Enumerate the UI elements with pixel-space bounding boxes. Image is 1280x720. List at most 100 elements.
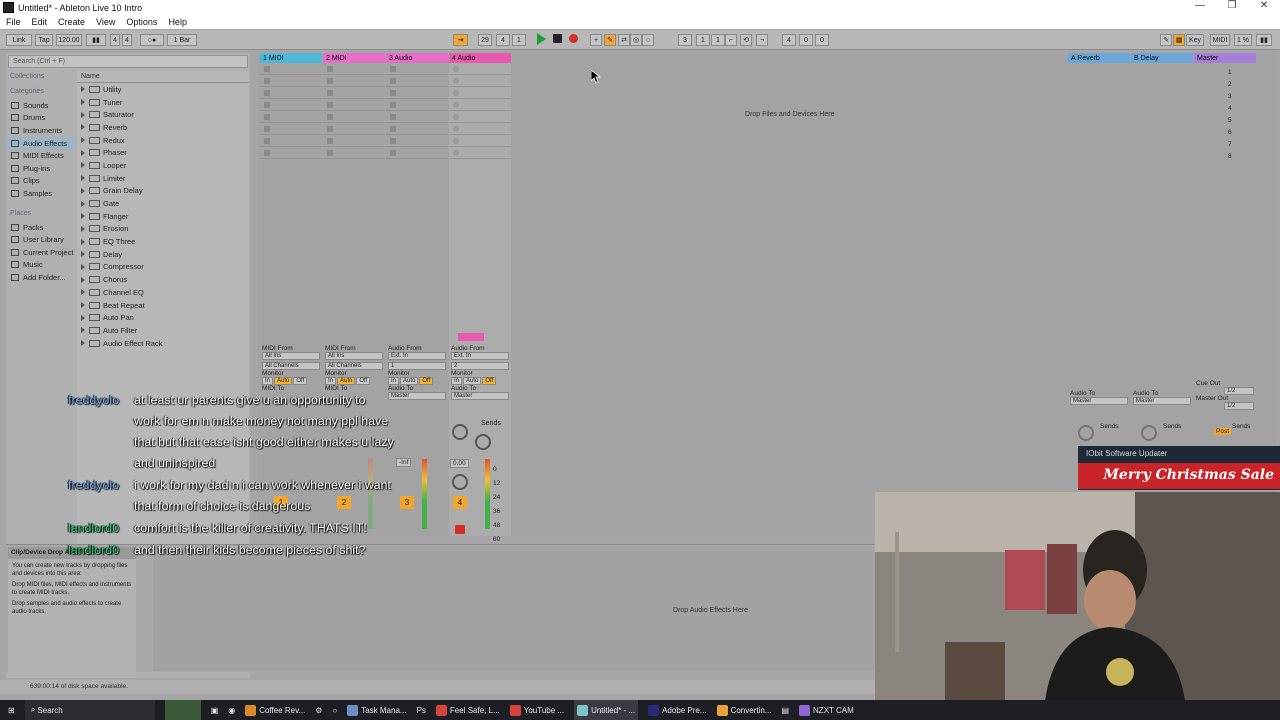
scene-launch[interactable]: 1 xyxy=(1228,67,1232,79)
clip-slot[interactable] xyxy=(323,123,385,135)
send-knob[interactable] xyxy=(1078,425,1094,441)
browser-item[interactable]: Redux xyxy=(77,134,249,147)
browser-item[interactable]: Limiter xyxy=(77,172,249,185)
photoshop-icon[interactable]: Ps xyxy=(417,706,426,715)
monitor-switch[interactable]: In Auto Off xyxy=(451,377,509,385)
loop-start-sixteenths[interactable]: 1 xyxy=(711,34,725,46)
input-channel-select[interactable]: 2 xyxy=(451,362,509,370)
taskbar-app-active[interactable]: Untitled* - ... xyxy=(574,700,639,720)
output-select[interactable]: Master xyxy=(1070,397,1128,405)
scene-launch[interactable]: 7 xyxy=(1228,139,1232,151)
clip-stop-armed[interactable] xyxy=(458,333,484,341)
category-clips[interactable]: Clips xyxy=(6,175,76,188)
nudge-buttons[interactable]: ▮▮ xyxy=(86,34,106,46)
browser-item[interactable]: Reverb xyxy=(77,121,249,134)
clip-slot[interactable] xyxy=(260,111,322,123)
clip-slot[interactable] xyxy=(260,87,322,99)
browser-item[interactable]: Beat Repeat xyxy=(77,299,249,312)
loop-length-sixteenths[interactable]: 0 xyxy=(815,34,829,46)
scene-launch[interactable]: 4 xyxy=(1228,103,1232,115)
category-samples[interactable]: Samples xyxy=(6,187,76,200)
master-out-select[interactable]: 1/2 xyxy=(1224,402,1254,410)
taskbar-search[interactable]: ⌕ Search xyxy=(24,700,155,720)
category-instruments[interactable]: Instruments xyxy=(6,124,76,137)
metronome-button[interactable]: ○● xyxy=(140,34,164,46)
clip-slot[interactable] xyxy=(260,75,322,87)
windows-start-icon[interactable]: ⊞ xyxy=(8,706,15,715)
punch-out-icon[interactable]: ¬ xyxy=(756,34,768,46)
loop-length-beats[interactable]: 0 xyxy=(799,34,813,46)
signature-denominator[interactable]: 4 xyxy=(122,34,132,46)
settings-icon[interactable]: ⚙ xyxy=(315,706,322,715)
taskbar-app[interactable]: NZXT CAM xyxy=(799,704,854,716)
browser-item[interactable]: Phaser xyxy=(77,146,249,159)
clip-slot[interactable] xyxy=(260,63,322,75)
clip-slot[interactable] xyxy=(386,123,448,135)
clip-slot[interactable] xyxy=(260,99,322,111)
browser-item[interactable]: Channel EQ xyxy=(77,286,249,299)
clip-slot[interactable] xyxy=(323,99,385,111)
input-type-select[interactable]: All Ins xyxy=(325,352,383,360)
chrome-icon[interactable]: ◉ xyxy=(228,706,235,715)
clip-slot[interactable] xyxy=(386,99,448,111)
key-map-button[interactable]: Key xyxy=(1186,34,1204,46)
clip-slot[interactable] xyxy=(260,135,322,147)
opera-icon[interactable]: ○ xyxy=(332,706,337,715)
arm-button[interactable] xyxy=(455,525,465,534)
track-header[interactable]: 4 Audio xyxy=(449,53,511,63)
track-header[interactable]: 2 MIDI xyxy=(323,53,385,63)
draw-mode-icon[interactable]: ✎ xyxy=(1160,34,1172,46)
browser-item[interactable]: Auto Pan xyxy=(77,311,249,324)
taskbar-app[interactable]: Coffee Rev... xyxy=(245,704,305,716)
clip-slot[interactable] xyxy=(323,75,385,87)
menu-create[interactable]: Create xyxy=(58,17,85,27)
input-type-select[interactable]: Ext. In xyxy=(451,352,509,360)
browser-item[interactable]: Looper xyxy=(77,159,249,172)
device-drop-area[interactable]: Drop Audio Effects Here xyxy=(153,547,874,671)
taskbar-app[interactable]: Task Mana... xyxy=(347,704,407,716)
follow-icon[interactable]: ⇥ xyxy=(453,34,468,46)
menu-options[interactable]: Options xyxy=(126,17,157,27)
clip-slot[interactable] xyxy=(260,123,322,135)
clip-slot[interactable] xyxy=(323,135,385,147)
track-activator[interactable]: 3 xyxy=(400,496,414,509)
output-select[interactable]: Master xyxy=(451,392,509,400)
clip-slot[interactable] xyxy=(386,147,448,159)
category-drums[interactable]: Drums xyxy=(6,112,76,125)
scene-launch[interactable]: 2 xyxy=(1228,79,1232,91)
clip-slot[interactable] xyxy=(449,75,511,87)
category-sounds[interactable]: Sounds xyxy=(6,99,76,112)
place-user-library[interactable]: User Library xyxy=(6,233,76,246)
taskbar-app[interactable]: YouTube ... xyxy=(509,704,564,716)
menu-help[interactable]: Help xyxy=(168,17,187,27)
taskbar-app[interactable]: Convertin... xyxy=(716,704,771,716)
input-channel-select[interactable]: All Channels xyxy=(262,362,320,370)
weather-widget[interactable] xyxy=(164,700,201,720)
clip-slot[interactable] xyxy=(386,135,448,147)
return-header[interactable]: A Reverb xyxy=(1068,53,1130,63)
input-type-select[interactable]: Ext. In xyxy=(388,352,446,360)
clip-slot[interactable] xyxy=(449,147,511,159)
pan-knob[interactable] xyxy=(452,474,468,490)
clip-slot[interactable] xyxy=(323,87,385,99)
monitor-switch[interactable]: In Auto Off xyxy=(388,377,446,385)
re-enable-automation-icon[interactable]: ⇄ xyxy=(618,34,630,46)
menu-file[interactable]: File xyxy=(6,17,21,27)
scene-launch[interactable]: 5 xyxy=(1228,115,1232,127)
loop-length-bars[interactable]: 4 xyxy=(782,34,796,46)
session-record-icon[interactable]: ○ xyxy=(642,34,654,46)
capture-icon[interactable]: ◎ xyxy=(630,34,642,46)
input-type-select[interactable]: All Ins xyxy=(262,352,320,360)
close-button[interactable]: ✕ xyxy=(1248,0,1280,11)
browser-item[interactable]: Erosion xyxy=(77,223,249,236)
name-column-header[interactable]: Name xyxy=(77,71,249,83)
clip-slot[interactable] xyxy=(386,87,448,99)
clip-slot[interactable] xyxy=(323,111,385,123)
overdub-icon[interactable]: + xyxy=(590,34,602,46)
browser-item[interactable]: EQ Three xyxy=(77,235,249,248)
clip-slot[interactable] xyxy=(449,111,511,123)
clip-slot[interactable] xyxy=(386,111,448,123)
position-sixteenths[interactable]: 1 xyxy=(512,34,526,46)
category-audio-effects[interactable]: Audio Effects xyxy=(6,136,76,150)
clip-slot[interactable] xyxy=(323,63,385,75)
